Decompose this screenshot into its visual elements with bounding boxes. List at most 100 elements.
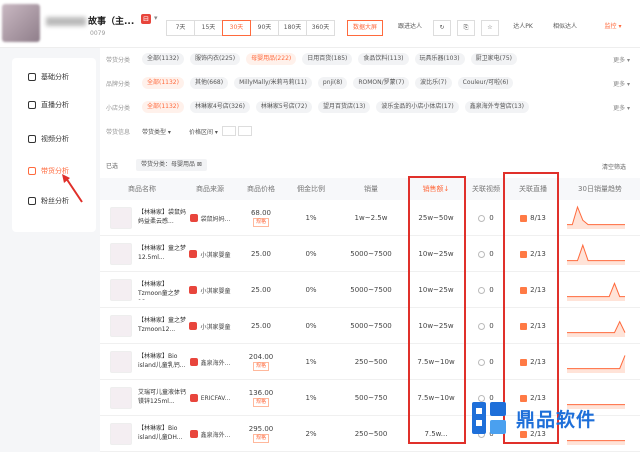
- shop-chip[interactable]: 林琳家4号店(326): [189, 101, 250, 113]
- category-chip[interactable]: 母婴用品(222): [246, 53, 297, 65]
- category-chip[interactable]: 食品饮料(113): [358, 53, 409, 65]
- product-price: 204.00 规格: [236, 344, 286, 380]
- day-range-4[interactable]: 180天: [278, 20, 307, 36]
- product-name[interactable]: 【林琳家】Tzmoon童之梦12...: [138, 280, 190, 300]
- videos-cell[interactable]: 0: [466, 236, 506, 272]
- follow-talent-button[interactable]: 跟进达人: [391, 20, 429, 36]
- big-screen-button[interactable]: 数据大屏: [347, 20, 383, 36]
- sales-cell: 500~750: [354, 394, 388, 402]
- brand-chip[interactable]: pnji(8): [317, 77, 348, 89]
- product-price: 136.00 规格: [236, 380, 286, 416]
- sidebar-item-1[interactable]: 直播分析: [28, 100, 69, 110]
- spec-badge[interactable]: 规格: [252, 362, 269, 371]
- product-thumbnail[interactable]: [110, 351, 132, 373]
- product-name[interactable]: 【林琳家】Bio island儿童乳钙...: [138, 352, 190, 372]
- sidebar-item-0[interactable]: 基础分析: [28, 72, 69, 82]
- more-link[interactable]: 更多 ▾: [613, 55, 630, 64]
- sidebar-item-2[interactable]: 视频分析: [28, 134, 69, 144]
- category-chip[interactable]: 服饰内衣(225): [189, 53, 241, 65]
- star-icon[interactable]: ☆: [481, 20, 499, 36]
- column-header[interactable]: 佣金比例: [286, 178, 336, 200]
- product-name[interactable]: 【林琳家】袋鼠妈妈益柔云感...: [138, 208, 190, 228]
- brand-filter-row: 品牌分类 全部(1132) 其他(668) MillyMally/米莉马莉(11) pn…: [106, 76, 519, 90]
- day-range-0[interactable]: 7天: [166, 20, 195, 36]
- column-header[interactable]: 商品来源: [184, 178, 236, 200]
- price-max-input[interactable]: [237, 126, 252, 136]
- brand-chip[interactable]: ROMON/罗蒙(7): [353, 77, 410, 89]
- product-thumbnail[interactable]: [110, 207, 132, 229]
- videos-cell[interactable]: 0: [466, 272, 506, 308]
- brand-chip[interactable]: MillyMally/米莉马莉(11): [234, 77, 312, 89]
- chevron-down-icon[interactable]: ▾: [154, 14, 158, 22]
- shop-avatar[interactable]: [2, 4, 40, 42]
- price-value: 295.00: [248, 425, 274, 433]
- day-range-3[interactable]: 90天: [250, 20, 279, 36]
- more-link[interactable]: 更多 ▾: [613, 103, 630, 112]
- product-name[interactable]: 【林琳家】童之梦12.5ml...: [138, 244, 190, 264]
- sidebar-item-label: 基础分析: [41, 73, 69, 81]
- shop-filter-label: 小店分类: [106, 104, 131, 112]
- price-value: 204.00: [248, 353, 274, 361]
- type-select[interactable]: 带货类型 ▾: [142, 127, 171, 136]
- column-header[interactable]: 关联视频: [466, 178, 506, 200]
- refresh-icon[interactable]: ↻: [433, 20, 451, 36]
- price-value: 136.00: [248, 389, 274, 397]
- source-text: 小淇家婴童: [200, 251, 231, 259]
- videos-cell[interactable]: 0: [466, 200, 506, 236]
- video-dot-icon: [478, 250, 486, 258]
- trend-sparkline: [567, 243, 625, 265]
- column-header[interactable]: 商品名称: [100, 178, 184, 200]
- category-chip[interactable]: 玩具乐器(103): [414, 53, 465, 65]
- spec-badge[interactable]: 规格: [252, 398, 269, 407]
- day-range-2[interactable]: 30天: [222, 20, 251, 36]
- shop-chip[interactable]: 鑫泉海外专营店(13): [464, 101, 530, 113]
- videos-cell[interactable]: 0: [466, 308, 506, 344]
- videos-value: 0: [489, 358, 494, 366]
- category-chip[interactable]: 全部(1132): [142, 53, 184, 65]
- product-thumbnail[interactable]: [110, 279, 132, 301]
- day-range-1[interactable]: 15天: [194, 20, 223, 36]
- price-min-input[interactable]: [221, 126, 236, 136]
- trend-area: [567, 355, 625, 373]
- videos-value: 0: [489, 250, 494, 258]
- clear-filters-link[interactable]: 清空筛选: [602, 162, 626, 171]
- shop-icon: [189, 214, 198, 222]
- day-range-5[interactable]: 360天: [306, 20, 335, 36]
- export-icon[interactable]: ⎘: [457, 20, 475, 36]
- product-name[interactable]: 【林琳家】童之梦Tzmoon12...: [138, 316, 190, 336]
- shop-chip[interactable]: 波乐金品的小店小体店(17): [376, 101, 459, 113]
- spec-badge[interactable]: 规格: [252, 434, 269, 443]
- product-thumbnail[interactable]: [110, 243, 132, 265]
- price-value: 25.00: [250, 250, 272, 258]
- sales-cell: 5000~7500: [350, 286, 392, 294]
- column-header[interactable]: 销量: [336, 178, 406, 200]
- monitor-button[interactable]: 监控 ▾: [590, 20, 636, 36]
- product-name[interactable]: 【林琳家】Bio island儿童DH...: [138, 424, 190, 444]
- live-icon: [28, 101, 36, 109]
- column-header[interactable]: 商品价格: [236, 178, 286, 200]
- selected-tag[interactable]: 带货分类：母婴用品 ⊠: [136, 159, 207, 171]
- brand-chip[interactable]: 其他(668): [189, 77, 229, 89]
- brand-chip[interactable]: 全部(1132): [142, 77, 184, 89]
- shop-chip[interactable]: 全部(1132): [142, 101, 184, 113]
- brand-chip[interactable]: 波比乐(7): [415, 77, 452, 89]
- similar-talent-button[interactable]: 相似达人: [545, 20, 585, 36]
- column-header[interactable]: 30日销量趋势: [560, 178, 640, 200]
- category-chip[interactable]: 日用百货(185): [302, 53, 353, 65]
- category-chip[interactable]: 厨卫家电(75): [470, 53, 517, 65]
- product-thumbnail[interactable]: [110, 423, 132, 445]
- videos-cell[interactable]: 0: [466, 344, 506, 380]
- brand-chip[interactable]: Couleur/可啦(6): [457, 77, 514, 89]
- shop-chip[interactable]: 林琳家5号店(72): [255, 101, 313, 113]
- shop-chip[interactable]: 望月百货店(13): [318, 101, 371, 113]
- sidebar-item-label: 直播分析: [41, 101, 69, 109]
- spec-badge[interactable]: 规格: [252, 218, 269, 227]
- more-link[interactable]: 更多 ▾: [613, 79, 630, 88]
- product-thumbnail[interactable]: [110, 315, 132, 337]
- talent-pk-button[interactable]: 达人PK: [505, 20, 541, 36]
- trend-sparkline: [567, 355, 626, 373]
- price-select[interactable]: 价格区间 ▾: [189, 127, 218, 136]
- annotation-arrow: [62, 174, 83, 203]
- product-thumbnail[interactable]: [110, 387, 132, 409]
- product-name[interactable]: 艾瑞可儿童液体钙镁锌125ml...: [138, 388, 190, 408]
